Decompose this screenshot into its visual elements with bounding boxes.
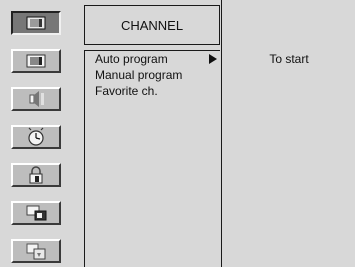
menu-item-favorite-ch[interactable]: Favorite ch. (95, 84, 158, 99)
timer-icon (28, 127, 44, 146)
menu-list: Auto program Manual program Favorite ch. (84, 50, 220, 267)
special-icon (26, 243, 46, 260)
submenu-panel: To start (221, 0, 355, 267)
tv-osd-menu: CHANNEL Auto program Manual program Favo… (0, 0, 355, 267)
lock-icon (29, 166, 43, 184)
sidebar-item-timer[interactable] (11, 125, 61, 149)
channel-icon (26, 16, 46, 30)
sidebar-item-picture[interactable] (11, 49, 61, 73)
submenu-arrow-icon (209, 54, 217, 64)
sidebar-item-pip[interactable] (11, 201, 61, 225)
menu-item-label: Auto program (95, 52, 168, 66)
picture-icon (26, 54, 46, 68)
sidebar-item-special[interactable] (11, 239, 61, 263)
menu-item-label: Manual program (95, 68, 183, 82)
menu-item-auto-program[interactable]: Auto program (95, 52, 168, 67)
menu-title-text: CHANNEL (120, 17, 184, 33)
menu-item-label: Favorite ch. (95, 84, 158, 98)
sidebar-item-channel[interactable] (11, 11, 61, 35)
menu-title: CHANNEL (84, 5, 220, 45)
sidebar-item-lock[interactable] (11, 163, 61, 187)
sound-icon (29, 91, 44, 107)
category-sidebar (0, 0, 84, 267)
to-start-label[interactable]: To start (222, 52, 355, 66)
sidebar-item-sound[interactable] (11, 87, 61, 111)
pip-icon (26, 205, 47, 221)
menu-item-manual-program[interactable]: Manual program (95, 68, 182, 83)
